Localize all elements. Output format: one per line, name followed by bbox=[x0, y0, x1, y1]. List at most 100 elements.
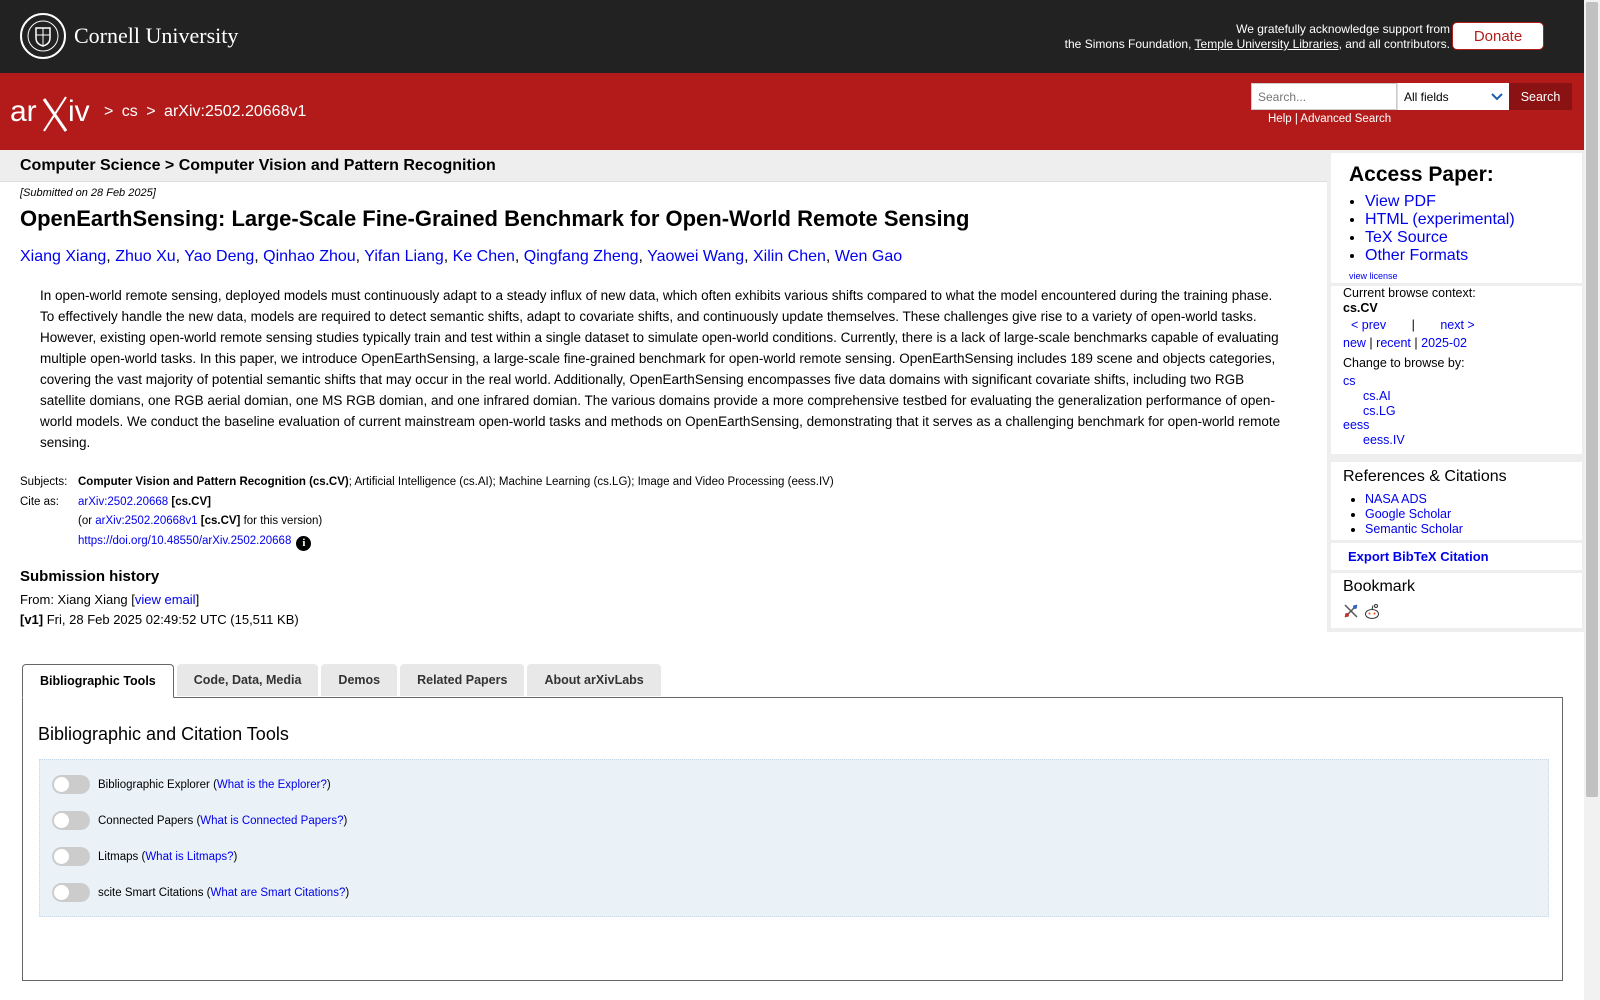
labs-tabs: Bibliographic Tools Code, Data, Media De… bbox=[22, 664, 664, 698]
submission-from: From: Xiang Xiang [view email] bbox=[20, 592, 199, 607]
temple-libraries-link[interactable]: Temple University Libraries bbox=[1195, 37, 1339, 51]
browse-by-item: eess.IV bbox=[1343, 433, 1405, 448]
litmaps-toggle[interactable] bbox=[52, 847, 90, 866]
cornell-logo[interactable]: Cornell University bbox=[20, 13, 238, 59]
search-field-select[interactable]: All fields bbox=[1397, 83, 1509, 110]
browse-cs-link[interactable]: cs bbox=[1343, 374, 1356, 388]
doi-link[interactable]: https://doi.org/10.48550/arXiv.2502.2066… bbox=[78, 535, 291, 547]
tab-bibliographic-tools[interactable]: Bibliographic Tools bbox=[22, 664, 174, 698]
bibliographic-explorer-toggle[interactable] bbox=[52, 775, 90, 794]
svg-text:ar: ar bbox=[10, 95, 37, 128]
month-link[interactable]: 2025-02 bbox=[1421, 336, 1467, 350]
view-email-link[interactable]: view email bbox=[135, 592, 196, 607]
advanced-search-link[interactable]: Advanced Search bbox=[1300, 113, 1391, 125]
author-link[interactable]: Yaowei Wang bbox=[647, 248, 744, 265]
help-link[interactable]: Help bbox=[1268, 113, 1292, 125]
access-paper-box: Access Paper: View PDF HTML (experimenta… bbox=[1331, 153, 1582, 283]
author-link[interactable]: Xiang Xiang bbox=[20, 248, 106, 265]
arxiv-logo[interactable]: ar iv bbox=[10, 93, 100, 136]
toggle-help-link[interactable]: What is Litmaps? bbox=[145, 851, 233, 863]
panel-title: Bibliographic and Citation Tools bbox=[38, 724, 289, 744]
toggle-help-link[interactable]: What are Smart Citations? bbox=[210, 887, 345, 899]
browse-eess-link[interactable]: eess bbox=[1343, 418, 1369, 432]
subjects-value: Computer Vision and Pattern Recognition … bbox=[78, 476, 834, 488]
connected-papers-toggle[interactable] bbox=[52, 811, 90, 830]
author-link[interactable]: Yao Deng bbox=[184, 248, 254, 265]
view-license-link[interactable]: view license bbox=[1349, 271, 1398, 281]
browse-eess-iv-link[interactable]: eess.IV bbox=[1363, 433, 1405, 447]
author-link[interactable]: Ke Chen bbox=[453, 248, 515, 265]
author-link[interactable]: Wen Gao bbox=[835, 248, 902, 265]
browse-cs-ai-link[interactable]: cs.AI bbox=[1363, 389, 1391, 403]
access-link-item: HTML (experimental) bbox=[1365, 211, 1515, 229]
semantic-scholar-link[interactable]: Semantic Scholar bbox=[1365, 522, 1463, 536]
cite-version-value: (or arXiv:2502.20668v1 [cs.CV] for this … bbox=[78, 515, 322, 527]
reference-item: Google Scholar bbox=[1365, 507, 1463, 522]
cite-version-link[interactable]: arXiv:2502.20668v1 bbox=[95, 515, 197, 527]
subject-context-bar: Computer Science > Computer Vision and P… bbox=[0, 150, 1327, 182]
ack-suffix: , and all contributors. bbox=[1338, 37, 1450, 51]
html-link[interactable]: HTML (experimental) bbox=[1365, 211, 1515, 228]
cornell-name: Cornell University bbox=[74, 23, 239, 48]
tab-demos[interactable]: Demos bbox=[321, 664, 398, 696]
ack-line-1: We gratefully acknowledge support from bbox=[1236, 22, 1450, 36]
tab-code-data-media[interactable]: Code, Data, Media bbox=[176, 664, 319, 696]
cite-tag: [cs.CV] bbox=[171, 495, 211, 508]
author-link[interactable]: Zhuo Xu bbox=[115, 248, 175, 265]
recent-link[interactable]: recent bbox=[1376, 336, 1411, 350]
search-button[interactable]: Search bbox=[1509, 83, 1572, 110]
toggle-label: Bibliographic Explorer bbox=[98, 778, 210, 791]
crumb-cs[interactable]: cs bbox=[122, 103, 138, 120]
cite-value: arXiv:2502.20668 [cs.CV] bbox=[78, 496, 211, 508]
page-scrollbar[interactable] bbox=[1584, 0, 1600, 1000]
view-pdf-link[interactable]: View PDF bbox=[1365, 193, 1436, 210]
author-link[interactable]: Yifan Liang bbox=[364, 248, 443, 265]
tab-about-arxivlabs[interactable]: About arXivLabs bbox=[527, 664, 661, 696]
tex-source-link[interactable]: TeX Source bbox=[1365, 229, 1448, 246]
toggle-label: Connected Papers bbox=[98, 814, 194, 827]
ack-line-2: the Simons Foundation, Temple University… bbox=[1065, 37, 1450, 52]
svg-text:iv: iv bbox=[68, 95, 90, 128]
scrollbar-thumb[interactable] bbox=[1586, 2, 1598, 797]
from-prefix: From: Xiang Xiang [ bbox=[20, 592, 135, 607]
author-link[interactable]: Qinhao Zhou bbox=[263, 248, 356, 265]
browse-inner: Current browse context: cs.CV < prev | n… bbox=[1331, 286, 1582, 454]
tab-related-papers[interactable]: Related Papers bbox=[400, 664, 525, 696]
submission-history-heading: Submission history bbox=[20, 568, 160, 585]
subjects-label: Subjects: bbox=[20, 476, 68, 488]
period-separator: | bbox=[1369, 336, 1373, 350]
tab-panel: Bibliographic and Citation Tools Bibliog… bbox=[22, 697, 1563, 981]
prev-link[interactable]: < prev bbox=[1351, 318, 1386, 332]
new-link[interactable]: new bbox=[1343, 336, 1366, 350]
submission-v1: [v1] Fri, 28 Feb 2025 02:49:52 UTC (15,5… bbox=[20, 612, 299, 627]
google-scholar-link[interactable]: Google Scholar bbox=[1365, 507, 1451, 521]
toggle-row: Litmaps (What is Litmaps?) bbox=[52, 847, 237, 866]
next-link[interactable]: next > bbox=[1440, 318, 1474, 332]
search-field-value: All fields bbox=[1404, 89, 1449, 104]
cite-id-link[interactable]: arXiv:2502.20668 bbox=[78, 496, 168, 508]
toggle-help-link[interactable]: What is the Explorer? bbox=[217, 779, 327, 791]
change-browse-label: Change to browse by: bbox=[1343, 356, 1465, 370]
other-formats-link[interactable]: Other Formats bbox=[1365, 247, 1468, 264]
browse-context-value: cs.CV bbox=[1343, 301, 1378, 315]
browse-cs-lg-link[interactable]: cs.LG bbox=[1363, 404, 1396, 418]
subject-context: Computer Science > Computer Vision and P… bbox=[20, 157, 496, 174]
author-link[interactable]: Xilin Chen bbox=[753, 248, 826, 265]
cite-version-prefix: (or bbox=[78, 515, 96, 527]
search-input[interactable] bbox=[1251, 83, 1397, 110]
toggle-help-link[interactable]: What is Connected Papers? bbox=[200, 815, 343, 827]
extra-services-sidebar: Access Paper: View PDF HTML (experimenta… bbox=[1327, 150, 1584, 632]
nasa-ads-link[interactable]: NASA ADS bbox=[1365, 492, 1427, 506]
references-box: References & Citations NASA ADS Google S… bbox=[1331, 462, 1582, 540]
bibsonomy-icon[interactable] bbox=[1343, 603, 1359, 619]
export-bibtex-link[interactable]: Export BibTeX Citation bbox=[1348, 549, 1489, 564]
cite-version-tag: [cs.CV] bbox=[200, 515, 241, 527]
toggle-row: Connected Papers (What is Connected Pape… bbox=[52, 811, 347, 830]
scite-toggle[interactable] bbox=[52, 883, 90, 902]
author-link[interactable]: Qingfang Zheng bbox=[524, 248, 639, 265]
access-link-item: TeX Source bbox=[1365, 229, 1515, 247]
info-icon[interactable]: i bbox=[296, 535, 312, 551]
reddit-icon[interactable] bbox=[1363, 603, 1381, 621]
search-links: Help | Advanced Search bbox=[1268, 113, 1391, 125]
donate-button[interactable]: Donate bbox=[1452, 22, 1544, 50]
